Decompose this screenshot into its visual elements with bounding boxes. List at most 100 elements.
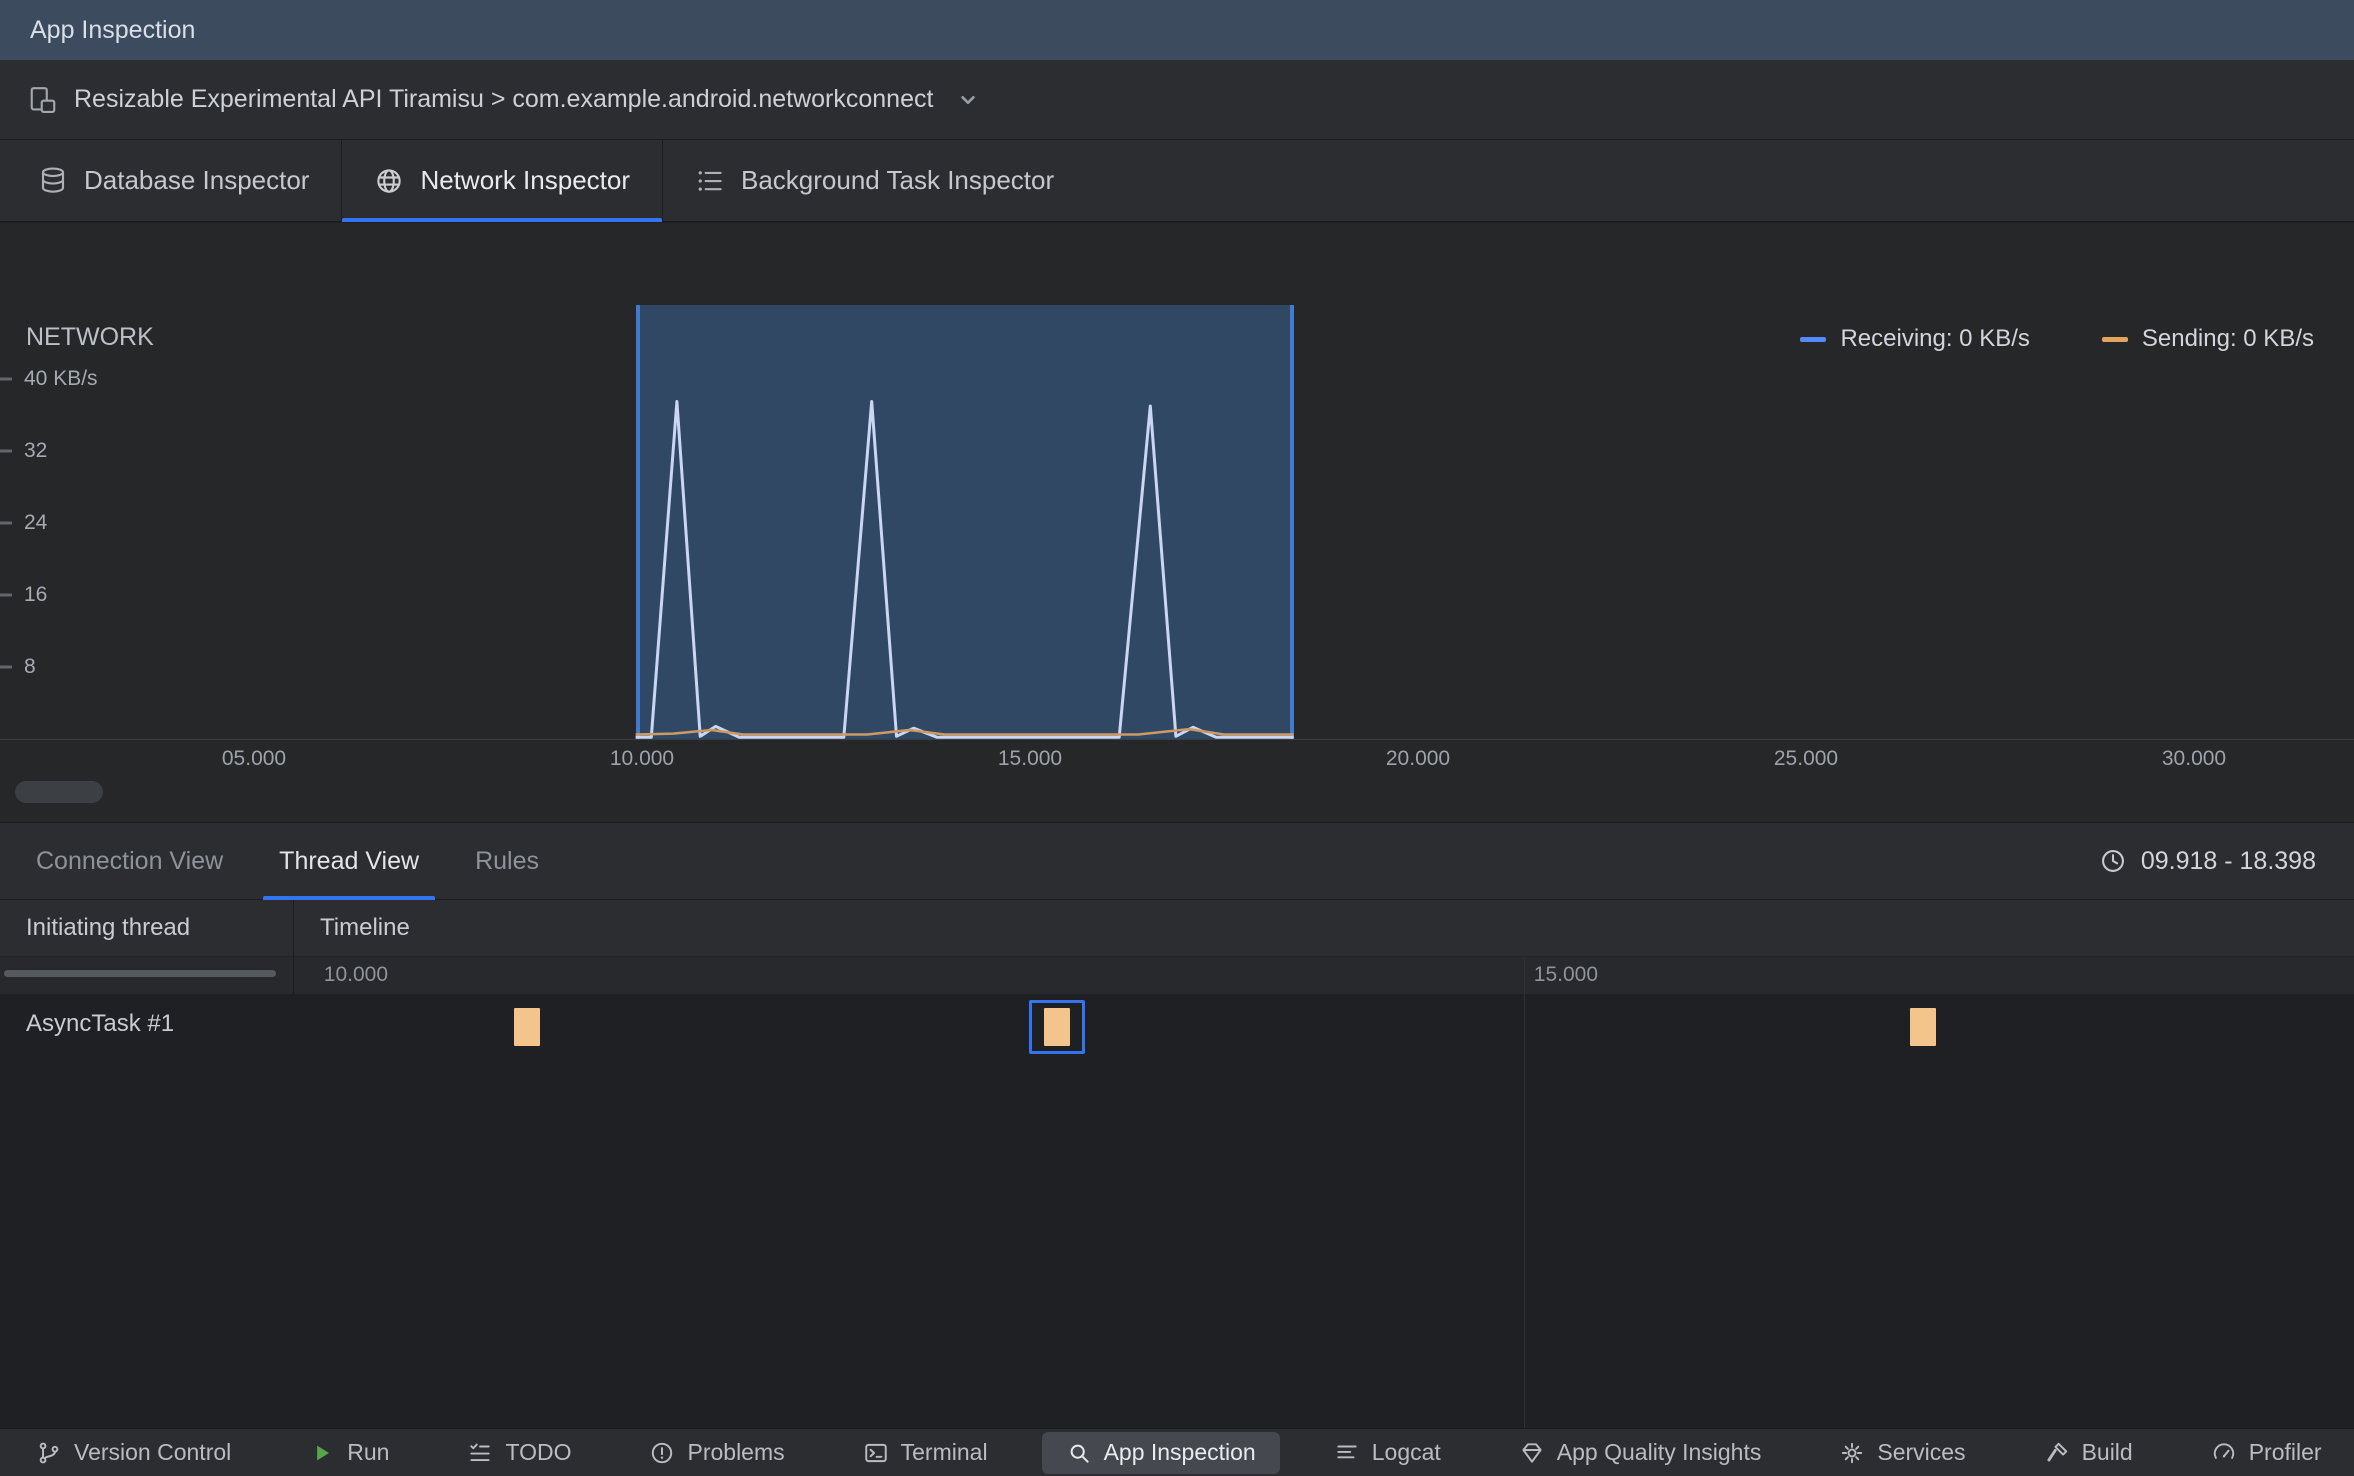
tab-database-inspector[interactable]: Database Inspector	[6, 140, 341, 221]
process-label: Resizable Experimental API Tiramisu > co…	[74, 85, 934, 113]
legend-receiving: Receiving: 0 KB/s	[1800, 325, 2030, 353]
column-timeline[interactable]: Timeline	[294, 914, 410, 942]
run-icon	[317, 1445, 330, 1460]
process-selector[interactable]: Resizable Experimental API Tiramisu > co…	[0, 60, 2354, 140]
checklist-icon	[698, 170, 722, 191]
y-tick-mark	[0, 665, 12, 669]
x-tick-label: 05.000	[221, 747, 287, 770]
tab-background-task-inspector[interactable]: Background Task Inspector	[662, 140, 1086, 221]
toolwindow-label: Problems	[687, 1439, 785, 1465]
branch-icon	[39, 1442, 59, 1463]
toolwindow-label: App Quality Insights	[1556, 1439, 1762, 1465]
insights-icon	[1522, 1442, 1542, 1463]
tab-label: Background Task Inspector	[741, 165, 1055, 195]
toolwindow-todo[interactable]: TODO	[443, 1432, 595, 1474]
app-inspection-icon	[1070, 1444, 1089, 1463]
selection-range: 09.918 - 18.398	[2099, 823, 2346, 899]
legend-sending-label: Sending: 0 KB/s	[2141, 325, 2314, 352]
x-tick-label: 25.000	[1773, 747, 1839, 770]
toolwindow-label: App Inspection	[1103, 1439, 1256, 1465]
column-initiating-thread[interactable]: Initiating thread	[0, 914, 293, 942]
toolwindow-label: Logcat	[1371, 1439, 1441, 1465]
tab-label: Thread View	[279, 846, 420, 875]
toolwindow-profiler[interactable]: Profiler	[2187, 1432, 2346, 1474]
window-title: App Inspection	[30, 15, 196, 44]
receiving-color-swatch	[1800, 336, 1827, 342]
chart-title: NETWORK	[26, 323, 154, 351]
timeline-scale: 10.000 15.000	[0, 957, 2354, 994]
network-event-block[interactable]	[513, 1008, 540, 1046]
timeline-tick-label: 15.000	[1533, 963, 1599, 986]
tab-label: Database Inspector	[84, 165, 310, 195]
timeline-tick-label: 10.000	[323, 963, 389, 986]
toolwindow-label: Services	[1877, 1439, 1966, 1465]
toolwindow-label: Version Control	[74, 1439, 232, 1465]
toolwindow-problems[interactable]: Problems	[625, 1432, 808, 1474]
y-tick-mark	[0, 449, 12, 453]
y-tick-label: 8	[24, 655, 36, 678]
chart-baseline	[0, 739, 2354, 740]
toolwindow-label: Terminal	[900, 1439, 988, 1465]
chevron-down-icon[interactable]	[955, 87, 981, 113]
profiler-icon	[2213, 1442, 2234, 1459]
view-tab-bar: Connection View Thread View Rules 09.918…	[0, 822, 2354, 900]
toolwindow-app-quality-insights[interactable]: App Quality Insights	[1495, 1432, 1786, 1474]
services-icon	[1842, 1442, 1863, 1463]
tab-rules[interactable]: Rules	[447, 823, 567, 899]
network-chart[interactable]: NETWORK Receiving: 0 KB/s Sending: 0 KB/…	[0, 223, 2354, 822]
toolwindow-run[interactable]: Run	[285, 1432, 413, 1474]
globe-icon	[377, 168, 402, 193]
terminal-icon	[864, 1443, 887, 1462]
tab-connection-view[interactable]: Connection View	[8, 823, 251, 899]
y-tick-label: 24	[24, 511, 48, 534]
y-tick-mark	[0, 377, 12, 381]
thread-row-track: AsyncTask #1	[0, 994, 2354, 1428]
inspector-tab-bar: Database Inspector Network Inspector Bac…	[0, 140, 2354, 222]
selected-event-outline[interactable]	[1028, 1000, 1085, 1054]
toolwindow-app-inspection[interactable]: App Inspection	[1041, 1431, 1280, 1474]
device-icon	[30, 86, 56, 113]
x-tick-label: 20.000	[1385, 747, 1451, 770]
y-tick-label: 40 KB/s	[24, 367, 98, 390]
selection-range-label: 09.918 - 18.398	[2140, 846, 2316, 875]
y-tick-mark	[0, 593, 12, 597]
x-tick-label: 10.000	[609, 747, 675, 770]
tab-label: Connection View	[36, 846, 224, 875]
y-tick-mark	[0, 521, 12, 525]
todo-icon	[470, 1443, 491, 1461]
y-tick-label: 32	[24, 439, 48, 462]
chart-legend: Receiving: 0 KB/s Sending: 0 KB/s	[1800, 325, 2314, 353]
toolwindow-label: Profiler	[2248, 1439, 2322, 1465]
thread-table-header: Initiating thread Timeline	[0, 900, 2354, 957]
titlebar: App Inspection	[0, 0, 2354, 60]
thread-column-scrollbar[interactable]	[4, 970, 276, 977]
tab-network-inspector[interactable]: Network Inspector	[341, 140, 662, 222]
toolwindow-version-control[interactable]: Version Control	[12, 1432, 255, 1474]
legend-receiving-label: Receiving: 0 KB/s	[1840, 325, 2030, 352]
chart-scrollbar[interactable]	[15, 781, 103, 803]
logcat-icon	[1337, 1445, 1357, 1458]
tab-thread-view[interactable]: Thread View	[251, 823, 447, 900]
clock-icon	[2101, 850, 2124, 872]
timeline-gridline	[1523, 957, 1525, 1428]
tab-label: Rules	[475, 846, 539, 875]
toolwindow-services[interactable]: Services	[1815, 1432, 1989, 1474]
sending-color-swatch	[2101, 336, 2128, 342]
toolwindow-logcat[interactable]: Logcat	[1310, 1432, 1465, 1474]
x-tick-label: 30.000	[2161, 747, 2227, 770]
toolwindow-label: Build	[2081, 1439, 2133, 1465]
chart-selection[interactable]	[635, 305, 1294, 739]
thread-name: AsyncTask #1	[26, 1010, 175, 1037]
network-event-block[interactable]	[1043, 1008, 1070, 1046]
legend-sending: Sending: 0 KB/s	[2101, 325, 2314, 353]
network-event-block[interactable]	[1910, 1008, 1937, 1046]
app-inspection-window: App Inspection Resizable Experimental AP…	[0, 0, 2354, 1476]
x-tick-label: 15.000	[997, 747, 1063, 770]
build-icon	[2047, 1442, 2067, 1461]
y-tick-label: 16	[24, 583, 48, 606]
problems-icon	[652, 1442, 673, 1463]
tab-label: Network Inspector	[420, 165, 630, 195]
toolwindow-label: TODO	[505, 1439, 572, 1465]
toolwindow-build[interactable]: Build	[2020, 1432, 2157, 1474]
toolwindow-terminal[interactable]: Terminal	[839, 1432, 1012, 1474]
